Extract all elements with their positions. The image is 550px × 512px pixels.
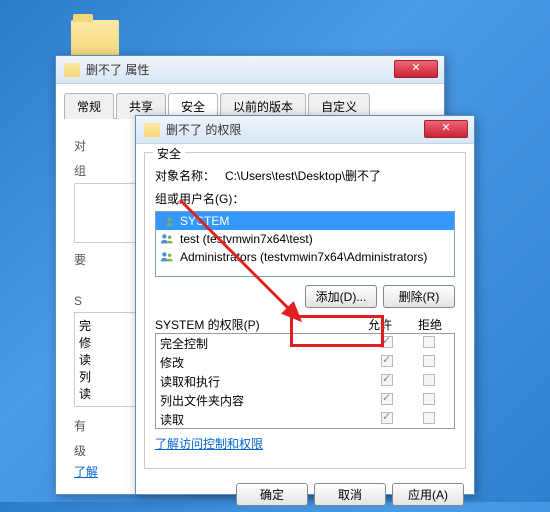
- users-listbox[interactable]: SYSTEM test (testvmwin7x64\test) Administr…: [155, 211, 455, 277]
- permissions-listbox[interactable]: 完全控制修改读取和执行列出文件夹内容读取: [155, 333, 455, 429]
- deny-checkbox[interactable]: [423, 393, 435, 405]
- table-row: 读取和执行: [156, 372, 454, 391]
- deny-header: 拒绝: [405, 316, 455, 333]
- allow-checkbox[interactable]: [381, 393, 393, 405]
- table-row: 修改: [156, 353, 454, 372]
- table-row: 完全控制: [156, 334, 454, 353]
- perm-name: 列出文件夹内容: [160, 392, 366, 409]
- deny-checkbox[interactable]: [423, 355, 435, 367]
- security-group: 安全 对象名称： C:\Users\test\Desktop\删不了 组或用户名…: [144, 152, 466, 469]
- dialog-buttons: 确定 取消 应用(A): [136, 477, 474, 512]
- user-name: Administrators (testvmwin7x64\Administra…: [180, 250, 427, 264]
- cancel-button[interactable]: 取消: [314, 483, 386, 506]
- add-button[interactable]: 添加(D)...: [305, 285, 377, 308]
- object-name-value: C:\Users\test\Desktop\删不了: [225, 167, 381, 184]
- object-name-label: 对象名称：: [155, 167, 225, 184]
- allow-checkbox[interactable]: [381, 336, 393, 348]
- allow-header: 允许: [355, 316, 405, 333]
- deny-checkbox[interactable]: [423, 336, 435, 348]
- titlebar[interactable]: 删不了 的权限 ✕: [136, 116, 474, 144]
- apply-button[interactable]: 应用(A): [392, 483, 464, 506]
- list-item[interactable]: SYSTEM: [156, 212, 454, 230]
- remove-button[interactable]: 删除(R): [383, 285, 455, 308]
- users-icon: [160, 214, 174, 228]
- learn-access-link[interactable]: 了解访问控制和权限: [155, 435, 263, 452]
- tab-strip: 常规 共享 安全 以前的版本 自定义: [56, 84, 444, 118]
- folder-icon: [64, 63, 80, 77]
- list-item[interactable]: test (testvmwin7x64\test): [156, 230, 454, 248]
- ok-button[interactable]: 确定: [236, 483, 308, 506]
- table-row: 读取: [156, 410, 454, 429]
- folder-icon: [71, 20, 119, 60]
- users-icon: [160, 250, 174, 264]
- close-button[interactable]: ✕: [424, 120, 468, 138]
- table-row: 列出文件夹内容: [156, 391, 454, 410]
- close-button[interactable]: ✕: [394, 60, 438, 78]
- tab-general[interactable]: 常规: [64, 93, 114, 119]
- list-item[interactable]: Administrators (testvmwin7x64\Administra…: [156, 248, 454, 266]
- perm-title: SYSTEM 的权限(P): [155, 316, 355, 333]
- titlebar[interactable]: 删不了 属性 ✕: [56, 56, 444, 84]
- perm-name: 完全控制: [160, 335, 366, 352]
- user-name: test (testvmwin7x64\test): [180, 232, 313, 246]
- allow-checkbox[interactable]: [381, 412, 393, 424]
- allow-checkbox[interactable]: [381, 355, 393, 367]
- deny-checkbox[interactable]: [423, 412, 435, 424]
- users-label: 组或用户名(G)：: [155, 190, 455, 207]
- allow-checkbox[interactable]: [381, 374, 393, 386]
- users-icon: [160, 232, 174, 246]
- learn-link[interactable]: 了解: [74, 465, 98, 479]
- user-name: SYSTEM: [180, 214, 229, 228]
- perm-name: 修改: [160, 354, 366, 371]
- group-title: 安全: [153, 145, 185, 162]
- perm-name: 读取: [160, 411, 366, 428]
- perm-name: 读取和执行: [160, 373, 366, 390]
- permissions-window: 删不了 的权限 ✕ 安全 对象名称： C:\Users\test\Desktop…: [135, 115, 475, 495]
- deny-checkbox[interactable]: [423, 374, 435, 386]
- folder-icon: [144, 123, 160, 137]
- window-title: 删不了 属性: [86, 61, 440, 78]
